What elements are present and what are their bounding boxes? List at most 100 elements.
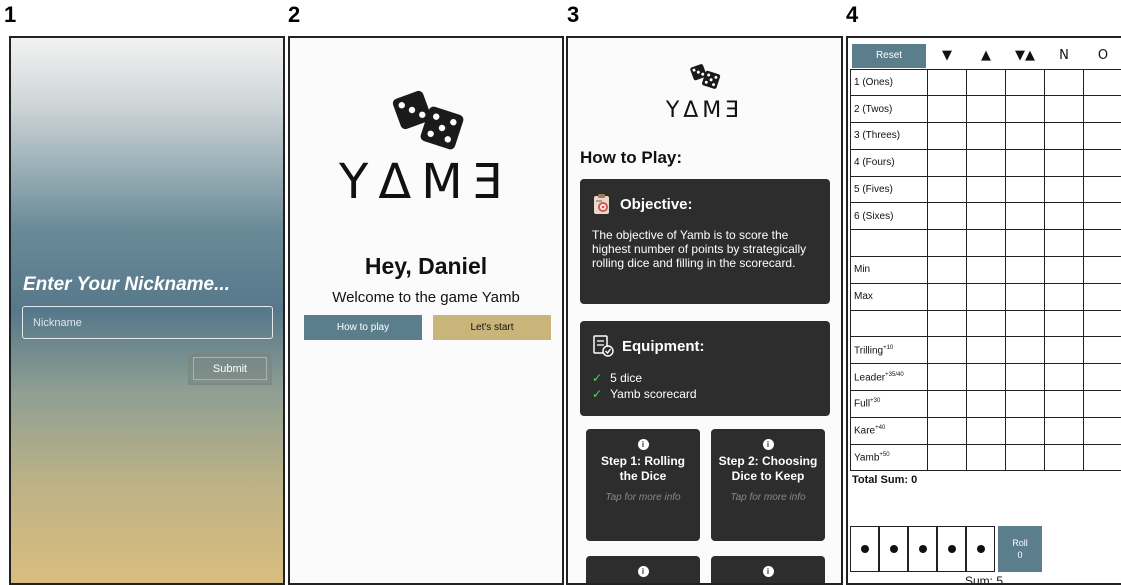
score-cell[interactable] — [927, 390, 967, 418]
score-cell[interactable] — [966, 256, 1006, 284]
score-cell[interactable] — [1005, 282, 1045, 311]
score-cell[interactable] — [1083, 202, 1121, 231]
score-cell[interactable] — [1005, 148, 1045, 177]
score-cell[interactable] — [966, 336, 1006, 365]
score-row: Yamb+50 — [850, 443, 1121, 472]
score-cell[interactable] — [966, 363, 1006, 392]
score-cell[interactable] — [1083, 363, 1121, 392]
score-cell[interactable] — [927, 282, 967, 311]
score-cell[interactable] — [966, 202, 1006, 231]
score-cell[interactable] — [1083, 148, 1121, 177]
equipment-title: Equipment: — [622, 337, 705, 355]
die[interactable] — [937, 526, 966, 572]
score-cell[interactable] — [927, 363, 967, 392]
score-cell[interactable] — [966, 229, 1006, 258]
score-cell[interactable] — [1044, 416, 1084, 445]
check-icon: ✓ — [592, 387, 603, 401]
score-cell[interactable] — [1083, 175, 1121, 204]
score-cell[interactable] — [1005, 363, 1045, 392]
score-cell[interactable] — [1044, 282, 1084, 311]
score-cell[interactable] — [1083, 122, 1121, 150]
score-cell[interactable] — [1005, 202, 1045, 231]
score-cell[interactable] — [927, 95, 967, 124]
score-cell[interactable] — [927, 175, 967, 204]
score-cell[interactable] — [966, 443, 1006, 472]
step-4-card[interactable]: i — [711, 556, 825, 583]
submit-button[interactable]: Submit — [188, 352, 272, 385]
check-icon: ✓ — [592, 371, 603, 385]
score-cell[interactable] — [1044, 336, 1084, 365]
row-label: 3 (Threes) — [850, 122, 928, 150]
nickname-input[interactable] — [22, 306, 273, 339]
score-cell[interactable] — [1005, 229, 1045, 258]
score-cell[interactable] — [966, 95, 1006, 124]
score-cell[interactable] — [1005, 336, 1045, 365]
score-cell[interactable] — [1005, 416, 1045, 445]
score-cell[interactable] — [1005, 68, 1045, 97]
step-2-card[interactable]: i Step 2: Choosing Dice to Keep Tap for … — [711, 429, 825, 541]
equipment-item: ✓ 5 dice — [592, 371, 643, 385]
score-cell[interactable] — [966, 309, 1006, 338]
score-cell[interactable] — [1005, 309, 1045, 338]
die[interactable] — [879, 526, 908, 572]
score-cell[interactable] — [927, 229, 967, 258]
lets-start-button[interactable]: Let's start — [433, 315, 551, 340]
score-cell[interactable] — [1005, 256, 1045, 284]
nickname-title: Enter Your Nickname... — [23, 274, 230, 295]
roll-button[interactable]: Roll 0 — [998, 526, 1042, 572]
score-cell[interactable] — [1005, 95, 1045, 124]
score-cell[interactable] — [927, 256, 967, 284]
reset-button[interactable]: Reset — [852, 43, 926, 68]
score-cell[interactable] — [1044, 122, 1084, 150]
score-cell[interactable] — [1083, 282, 1121, 311]
score-cell[interactable] — [1005, 443, 1045, 472]
score-cell[interactable] — [1005, 390, 1045, 418]
step-hint: Tap for more info — [730, 492, 806, 503]
how-to-play-button[interactable]: How to play — [304, 315, 422, 340]
score-cell[interactable] — [927, 148, 967, 177]
score-cell[interactable] — [1005, 175, 1045, 204]
score-cell[interactable] — [966, 148, 1006, 177]
score-cell[interactable] — [1083, 390, 1121, 418]
score-cell[interactable] — [1044, 390, 1084, 418]
score-cell[interactable] — [966, 416, 1006, 445]
score-cell[interactable] — [966, 390, 1006, 418]
score-cell[interactable] — [927, 309, 967, 338]
score-cell[interactable] — [927, 336, 967, 365]
score-cell[interactable] — [927, 416, 967, 445]
score-cell[interactable] — [1044, 95, 1084, 124]
step-1-card[interactable]: i Step 1: Rolling the Dice Tap for more … — [586, 429, 700, 541]
score-cell[interactable] — [1083, 443, 1121, 472]
score-cell[interactable] — [1044, 175, 1084, 204]
score-cell[interactable] — [1044, 148, 1084, 177]
score-cell[interactable] — [1044, 229, 1084, 258]
score-cell[interactable] — [927, 68, 967, 97]
score-cell[interactable] — [1044, 256, 1084, 284]
score-cell[interactable] — [1044, 443, 1084, 472]
score-cell[interactable] — [927, 443, 967, 472]
score-cell[interactable] — [927, 122, 967, 150]
row-label: Full+30 — [850, 390, 928, 418]
score-cell[interactable] — [1083, 229, 1121, 258]
score-cell[interactable] — [927, 202, 967, 231]
score-cell[interactable] — [1005, 122, 1045, 150]
score-cell[interactable] — [1083, 68, 1121, 97]
row-label: 6 (Sixes) — [850, 202, 928, 231]
score-cell[interactable] — [966, 68, 1006, 97]
score-cell[interactable] — [966, 175, 1006, 204]
die[interactable] — [966, 526, 995, 572]
score-cell[interactable] — [1044, 363, 1084, 392]
score-cell[interactable] — [966, 282, 1006, 311]
score-cell[interactable] — [1083, 95, 1121, 124]
score-cell[interactable] — [1083, 336, 1121, 365]
die[interactable] — [850, 526, 879, 572]
die[interactable] — [908, 526, 937, 572]
score-cell[interactable] — [1044, 68, 1084, 97]
score-cell[interactable] — [1044, 202, 1084, 231]
score-cell[interactable] — [1083, 309, 1121, 338]
score-cell[interactable] — [1083, 416, 1121, 445]
score-cell[interactable] — [1044, 309, 1084, 338]
score-cell[interactable] — [966, 122, 1006, 150]
score-cell[interactable] — [1083, 256, 1121, 284]
step-3-card[interactable]: i — [586, 556, 700, 583]
